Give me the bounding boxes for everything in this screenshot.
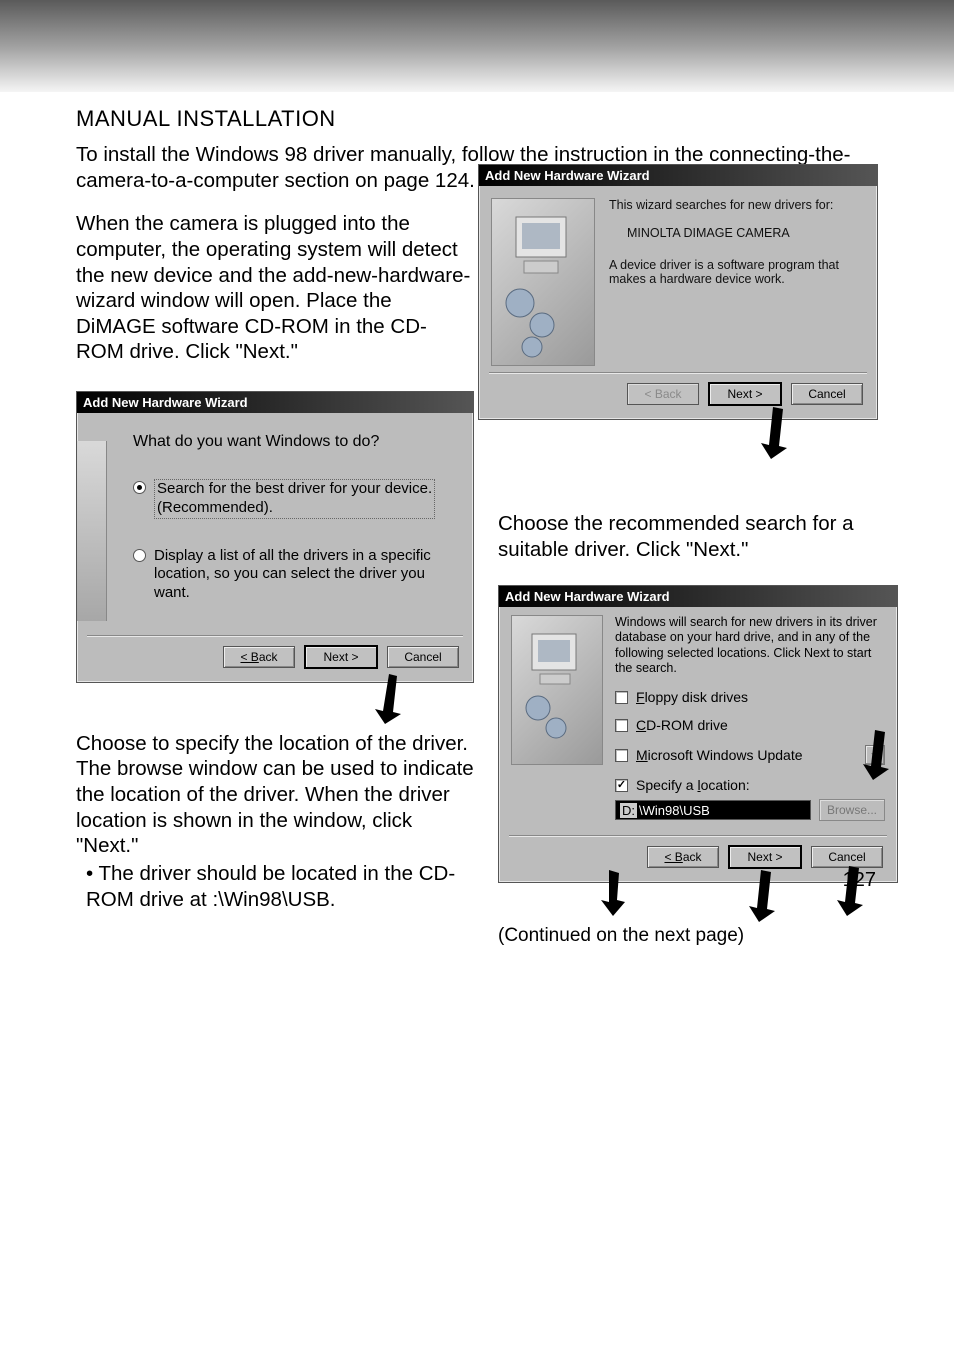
wizard-question: What do you want Windows to do? <box>133 433 459 451</box>
radio-option-recommended[interactable]: Search for the best driver for your devi… <box>133 479 459 519</box>
wizard-graphic <box>491 198 595 366</box>
checkbox-icon <box>615 719 628 732</box>
next-button[interactable]: Next > <box>305 646 377 668</box>
wizard-dialog-step1: Add New Hardware Wizard This wizard sear… <box>478 164 878 420</box>
checkbox-cdrom[interactable]: CD-ROM drive <box>615 717 885 733</box>
dialog-title: Add New Hardware Wizard <box>499 586 897 607</box>
checkbox-floppy[interactable]: Floppy disk drives <box>615 689 885 705</box>
checkbox-icon <box>615 779 628 792</box>
wizard-device-name: MINOLTA DIMAGE CAMERA <box>627 226 865 240</box>
cancel-button[interactable]: Cancel <box>791 383 863 405</box>
back-button[interactable]: < Back <box>647 846 719 868</box>
paragraph-plug-camera: When the camera is plugged into the comp… <box>76 211 474 365</box>
wizard-line1: This wizard searches for new drivers for… <box>609 198 865 212</box>
dialog-title: Add New Hardware Wizard <box>479 165 877 186</box>
cancel-button[interactable]: Cancel <box>387 646 459 668</box>
browse-button[interactable]: Browse... <box>819 799 885 821</box>
wizard-dialog-step2: Add New Hardware Wizard What do you want… <box>76 391 474 683</box>
page-header-gradient <box>0 0 954 92</box>
wizard-line2: A device driver is a software program th… <box>609 258 865 286</box>
wizard-graphic <box>77 441 107 621</box>
location-path-input[interactable]: D:\Win98\USB <box>615 800 811 820</box>
dropdown-icon[interactable] <box>865 745 885 765</box>
wizard-graphic <box>511 615 603 765</box>
radio-icon <box>133 481 146 494</box>
radio-option-displaylist[interactable]: Display a list of all the drivers in a s… <box>133 547 459 603</box>
wizard-instruction-text: Windows will search for new drivers in i… <box>615 615 885 678</box>
paragraph-choose-recommended: Choose the recommended search for a suit… <box>498 511 898 562</box>
section-heading: MANUAL INSTALLATION <box>76 106 878 132</box>
checkbox-msupdate[interactable]: Microsoft Windows Update <box>615 745 885 765</box>
radio-label-recommended: Search for the best driver for your devi… <box>154 479 435 519</box>
page-number: 127 <box>843 869 876 892</box>
wizard-dialog-step3: Add New Hardware Wizard Windows will sea… <box>498 585 898 884</box>
dialog-title: Add New Hardware Wizard <box>77 392 473 413</box>
next-button[interactable]: Next > <box>709 383 781 405</box>
back-button: < Back <box>627 383 699 405</box>
cancel-button[interactable]: Cancel <box>811 846 883 868</box>
radio-label-displaylist: Display a list of all the drivers in a s… <box>154 547 459 603</box>
next-button[interactable]: Next > <box>729 846 801 868</box>
checkbox-icon <box>615 749 628 762</box>
checkbox-icon <box>615 691 628 704</box>
checkbox-specify-location[interactable]: Specify a location: <box>615 777 885 793</box>
radio-icon <box>133 549 146 562</box>
left-column: When the camera is plugged into the comp… <box>76 211 474 947</box>
paragraph-specify-location: Choose to specify the location of the dr… <box>76 731 474 859</box>
back-button[interactable]: < Back <box>223 646 295 668</box>
continued-note: (Continued on the next page) <box>498 925 898 947</box>
bullet-driver-path: • The driver should be located in the CD… <box>76 861 474 912</box>
